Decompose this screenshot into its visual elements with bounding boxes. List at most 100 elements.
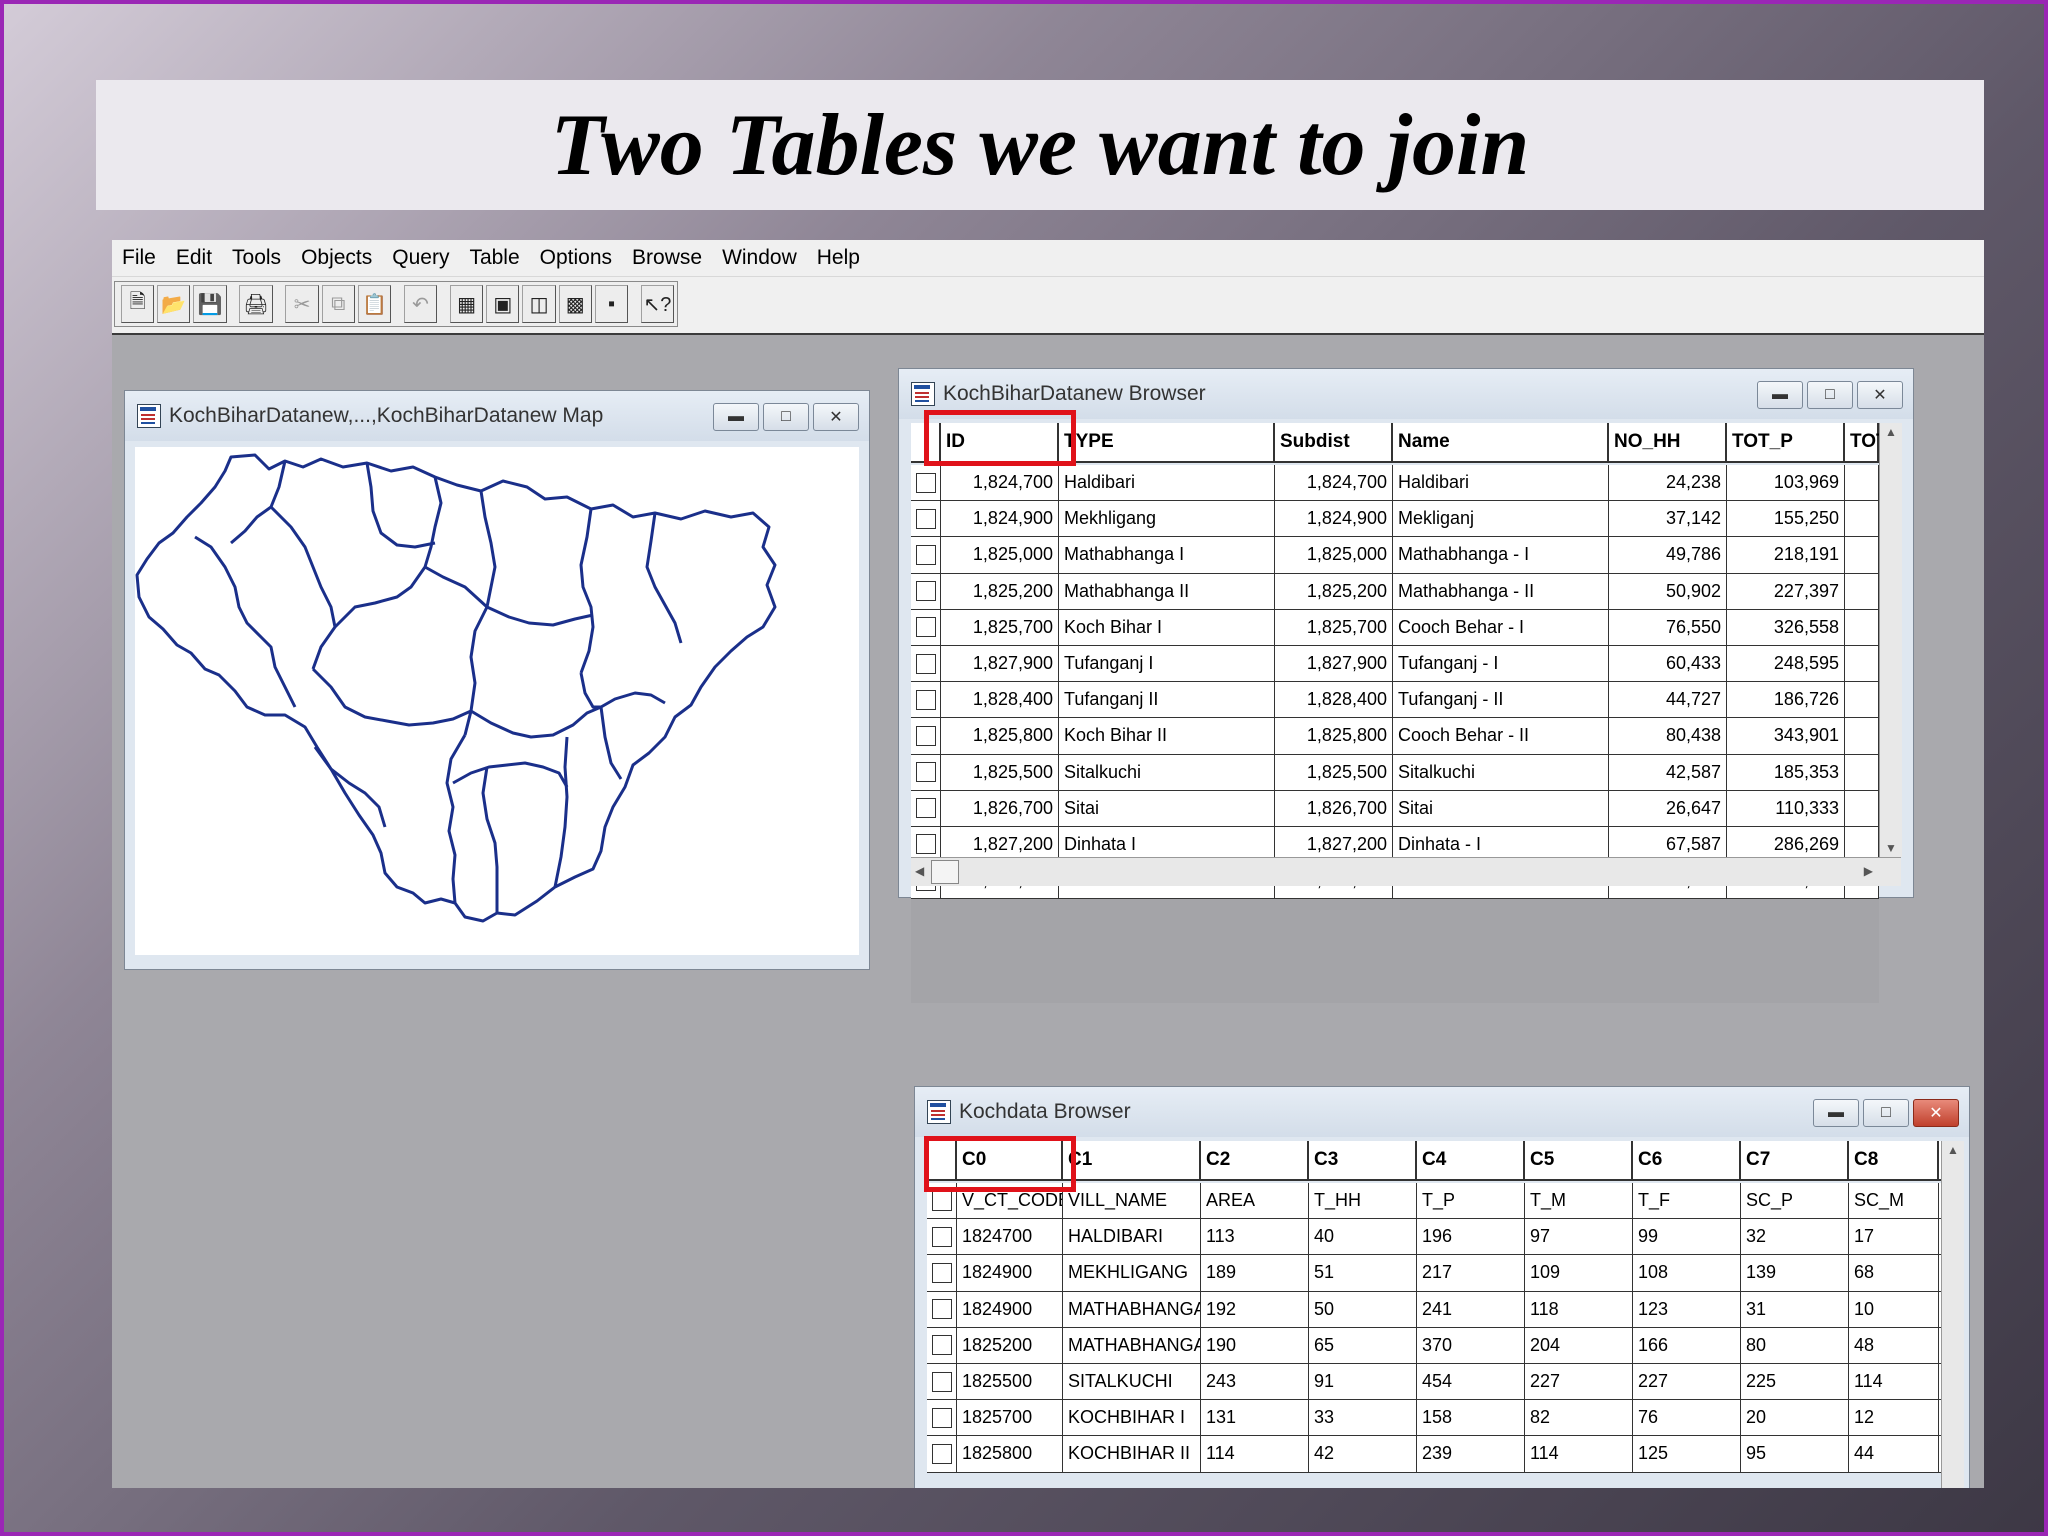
table-cell[interactable]: Tufanganj - II xyxy=(1393,682,1609,718)
table-cell[interactable]: Tufanganj II xyxy=(1059,682,1275,718)
table-cell[interactable]: 190 xyxy=(1201,1327,1309,1363)
table-cell[interactable]: 51 xyxy=(1309,1255,1417,1291)
table-cell[interactable]: 1,824,700 xyxy=(941,465,1059,501)
table-cell[interactable]: T_M xyxy=(1525,1183,1633,1219)
table-cell[interactable]: 12 xyxy=(1849,1400,1939,1436)
new-icon[interactable]: 🗎 xyxy=(121,285,155,323)
row-select-checkbox[interactable] xyxy=(931,1407,952,1428)
scroll-up-icon[interactable]: ▲ xyxy=(1947,1143,1959,1157)
table-cell[interactable]: 1,825,000 xyxy=(941,537,1059,573)
table-cell[interactable]: MATHABHANGA xyxy=(1063,1327,1201,1363)
table-cell[interactable]: 1,824,900 xyxy=(941,501,1059,537)
table-cell[interactable]: 1,825,000 xyxy=(1275,537,1393,573)
table-cell[interactable] xyxy=(1845,501,1879,537)
table-cell[interactable]: 1,825,200 xyxy=(941,573,1059,609)
table-cell[interactable]: 1,825,800 xyxy=(1275,718,1393,754)
table-row[interactable]: 1,825,200 Mathabhanga II 1,825,200 Mathabha… xyxy=(911,573,1879,610)
copy-icon[interactable]: ⧉ xyxy=(321,285,355,323)
row-select-checkbox[interactable] xyxy=(915,798,936,819)
table-cell[interactable] xyxy=(1845,573,1879,609)
table-cell[interactable]: 227,397 xyxy=(1727,573,1845,609)
table-cell[interactable]: 243 xyxy=(1201,1363,1309,1400)
table-cell[interactable]: 44 xyxy=(1849,1436,1939,1472)
table-cell[interactable]: KOCHBIHAR I xyxy=(1063,1400,1201,1436)
row-select-checkbox[interactable] xyxy=(915,725,936,746)
table-cell[interactable]: 114 xyxy=(1201,1436,1309,1472)
table-cell[interactable]: Koch Bihar I xyxy=(1059,609,1275,645)
table-cell[interactable]: Cooch Behar - I xyxy=(1393,609,1609,645)
table-cell[interactable]: Tufanganj - I xyxy=(1393,645,1609,682)
menu-tools[interactable]: Tools xyxy=(222,246,291,270)
row-select-checkbox[interactable] xyxy=(931,1226,952,1247)
row-select-checkbox[interactable] xyxy=(915,762,936,783)
table-cell[interactable]: 370 xyxy=(1417,1327,1525,1363)
table-cell[interactable]: 139 xyxy=(1741,1255,1849,1291)
scroll-up-icon[interactable]: ▲ xyxy=(1885,425,1897,439)
table-cell[interactable]: Sitai xyxy=(1393,790,1609,826)
table-cell[interactable]: 110,333 xyxy=(1727,790,1845,826)
table-row[interactable]: V_CT_CODE VILL_NAME AREA T_HH T_P T_M T_F SC_P S… xyxy=(927,1183,1941,1220)
table-cell[interactable] xyxy=(1845,537,1879,573)
table-cell[interactable]: 99 xyxy=(1633,1219,1741,1255)
table-cell[interactable] xyxy=(1845,682,1879,718)
table-cell[interactable]: 1825200 xyxy=(957,1327,1063,1363)
table-cell[interactable]: Sitalkuchi xyxy=(1059,754,1275,790)
column-header-c2[interactable]: C2 xyxy=(1201,1141,1309,1179)
table-cell[interactable]: 65 xyxy=(1309,1327,1417,1363)
cut-icon[interactable]: ✂ xyxy=(285,285,319,323)
table-row[interactable]: 1824700 HALDIBARI 113 40 196 97 99 32 17 xyxy=(927,1219,1941,1256)
table-cell[interactable]: T_F xyxy=(1633,1183,1741,1219)
table-cell[interactable]: 1825800 xyxy=(957,1436,1063,1472)
scroll-right-icon[interactable]: ▶ xyxy=(1864,864,1873,878)
table-cell[interactable]: T_P xyxy=(1417,1183,1525,1219)
table-cell[interactable]: 31 xyxy=(1741,1291,1849,1327)
table-cell[interactable]: 454 xyxy=(1417,1363,1525,1400)
table-cell[interactable]: 113 xyxy=(1201,1219,1309,1255)
minimize-icon[interactable]: ▬ xyxy=(1757,381,1803,409)
column-header-c6[interactable]: C6 xyxy=(1633,1141,1741,1179)
row-select-checkbox[interactable] xyxy=(931,1299,952,1320)
table-cell[interactable]: 186,726 xyxy=(1727,682,1845,718)
maximize-icon[interactable]: □ xyxy=(1807,381,1853,409)
paste-icon[interactable]: 📋 xyxy=(357,285,392,323)
table-cell[interactable]: 239 xyxy=(1417,1436,1525,1472)
table-cell[interactable]: 1,824,700 xyxy=(1275,465,1393,501)
table-cell[interactable]: MEKHLIGANG xyxy=(1063,1255,1201,1291)
table-row[interactable]: 1,825,000 Mathabhanga I 1,825,000 Mathabhan… xyxy=(911,537,1879,574)
table-cell[interactable]: SC_M xyxy=(1849,1183,1939,1219)
save-icon[interactable]: 💾 xyxy=(193,285,227,323)
table-row[interactable]: 1824900 MEKHLIGANG 189 51 217 109 108 139 68 xyxy=(927,1255,1941,1292)
row-select-checkbox[interactable] xyxy=(915,834,936,855)
menu-help[interactable]: Help xyxy=(807,246,870,270)
table-cell[interactable]: 32 xyxy=(1741,1219,1849,1255)
menu-edit[interactable]: Edit xyxy=(166,246,222,270)
column-header-name[interactable]: Name xyxy=(1393,423,1609,461)
row-select-checkbox[interactable] xyxy=(915,689,936,710)
table-cell[interactable]: 125 xyxy=(1633,1436,1741,1472)
table-row[interactable]: 1,827,900 Tufanganj I 1,827,900 Tufanganj -… xyxy=(911,645,1879,683)
row-select-checkbox[interactable] xyxy=(931,1443,952,1464)
row-select-checkbox[interactable] xyxy=(915,617,936,638)
menu-options[interactable]: Options xyxy=(530,246,622,270)
column-header-type[interactable]: TYPE xyxy=(1059,423,1275,461)
table-cell[interactable]: MATHABHANGA xyxy=(1063,1291,1201,1327)
table-cell[interactable]: 68 xyxy=(1849,1255,1939,1291)
row-select-checkbox[interactable] xyxy=(915,508,936,529)
table-cell[interactable]: 37,142 xyxy=(1609,501,1727,537)
table-cell[interactable]: Haldibari xyxy=(1059,465,1275,501)
table-cell[interactable]: 42 xyxy=(1309,1436,1417,1472)
table-row[interactable]: 1824900 MATHABHANGA 192 50 241 118 123 31 10 xyxy=(927,1291,1941,1328)
scroll-left-icon[interactable]: ◀ xyxy=(915,864,924,878)
table-cell[interactable]: 95 xyxy=(1741,1436,1849,1472)
menu-window[interactable]: Window xyxy=(712,246,807,270)
table-cell[interactable]: 97 xyxy=(1525,1219,1633,1255)
menu-browse[interactable]: Browse xyxy=(622,246,712,270)
table-cell[interactable]: 103,969 xyxy=(1727,465,1845,501)
table-cell[interactable]: 44,727 xyxy=(1609,682,1727,718)
column-header-c5[interactable]: C5 xyxy=(1525,1141,1633,1179)
table-cell[interactable]: 50 xyxy=(1309,1291,1417,1327)
table-row[interactable]: 1825700 KOCHBIHAR I 131 33 158 82 76 20 12 xyxy=(927,1400,1941,1437)
minimize-icon[interactable]: ▬ xyxy=(1813,1099,1859,1127)
table-cell[interactable]: AREA xyxy=(1201,1183,1309,1219)
close-icon[interactable]: ✕ xyxy=(813,403,859,431)
